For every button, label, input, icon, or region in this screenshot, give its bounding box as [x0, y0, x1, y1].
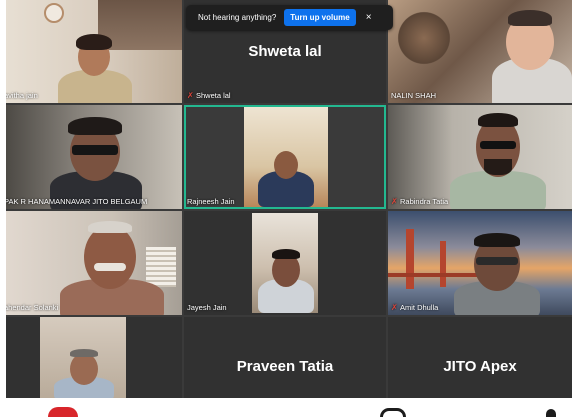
participant-display-name: JITO Apex [443, 358, 517, 375]
participant-tile-11[interactable]: Praveen Tatia [184, 317, 386, 398]
participant-video [258, 145, 314, 207]
participant-name: ✗ Rabindra Tatia [391, 196, 449, 206]
participant-name: PAK R HANAMANNAVAR JITO BELGAUM [6, 197, 148, 206]
audio-notification: Not hearing anything? Turn up volume × [186, 5, 393, 30]
muted-mic-icon: ✗ [187, 90, 194, 100]
bridge-tower [440, 241, 446, 287]
participant-video [448, 113, 548, 209]
participant-video [488, 6, 572, 103]
participant-video [46, 115, 146, 209]
participant-tile-6[interactable]: ✗ Rabindra Tatia [388, 105, 572, 209]
participant-tile-8[interactable]: Jayesh Jain [184, 211, 386, 315]
logo-fragment [48, 407, 78, 417]
participant-tile-3[interactable]: NALIN SHAH [388, 0, 572, 103]
participant-display-name: Shweta lal [248, 43, 322, 60]
participant-tile-10[interactable] [6, 317, 182, 398]
participant-tile-7[interactable]: ahendar Solanki [6, 211, 182, 315]
participant-name: ✗ Shweta lal [187, 90, 231, 100]
participant-video [50, 347, 118, 398]
participant-name: avitha jain [6, 91, 38, 100]
muted-mic-icon: ✗ [391, 196, 398, 206]
video-gallery: avitha jain Shweta lal ✗ Shweta lal NALI… [6, 0, 572, 398]
dot-fragment [546, 409, 556, 417]
turn-up-volume-button[interactable]: Turn up volume [284, 9, 356, 26]
participant-tile-5[interactable]: Rajneesh Jain [184, 105, 386, 209]
notification-message: Not hearing anything? [198, 13, 277, 22]
muted-mic-icon: ✗ [391, 302, 398, 312]
participant-tile-4[interactable]: PAK R HANAMANNAVAR JITO BELGAUM [6, 105, 182, 209]
participant-display-name: Praveen Tatia [236, 358, 334, 375]
wall-decor [394, 8, 454, 68]
participant-video [452, 231, 542, 315]
participant-video [56, 219, 166, 315]
participant-tile-1[interactable]: avitha jain [6, 0, 182, 103]
participant-video [50, 34, 140, 103]
participant-tile-12[interactable]: JITO Apex [388, 317, 572, 398]
participant-video [256, 247, 316, 313]
wall-clock [44, 3, 64, 23]
participant-name: Rajneesh Jain [187, 197, 235, 206]
participant-name: NALIN SHAH [391, 91, 437, 100]
participant-tile-9[interactable]: ✗ Amit Dhulla [388, 211, 572, 315]
participant-name: ahendar Solanki [6, 303, 59, 312]
bridge-tower [406, 229, 414, 289]
close-icon[interactable]: × [366, 12, 372, 23]
circle-fragment [380, 408, 406, 417]
participant-name: ✗ Amit Dhulla [391, 302, 439, 312]
participant-name: Jayesh Jain [187, 303, 227, 312]
